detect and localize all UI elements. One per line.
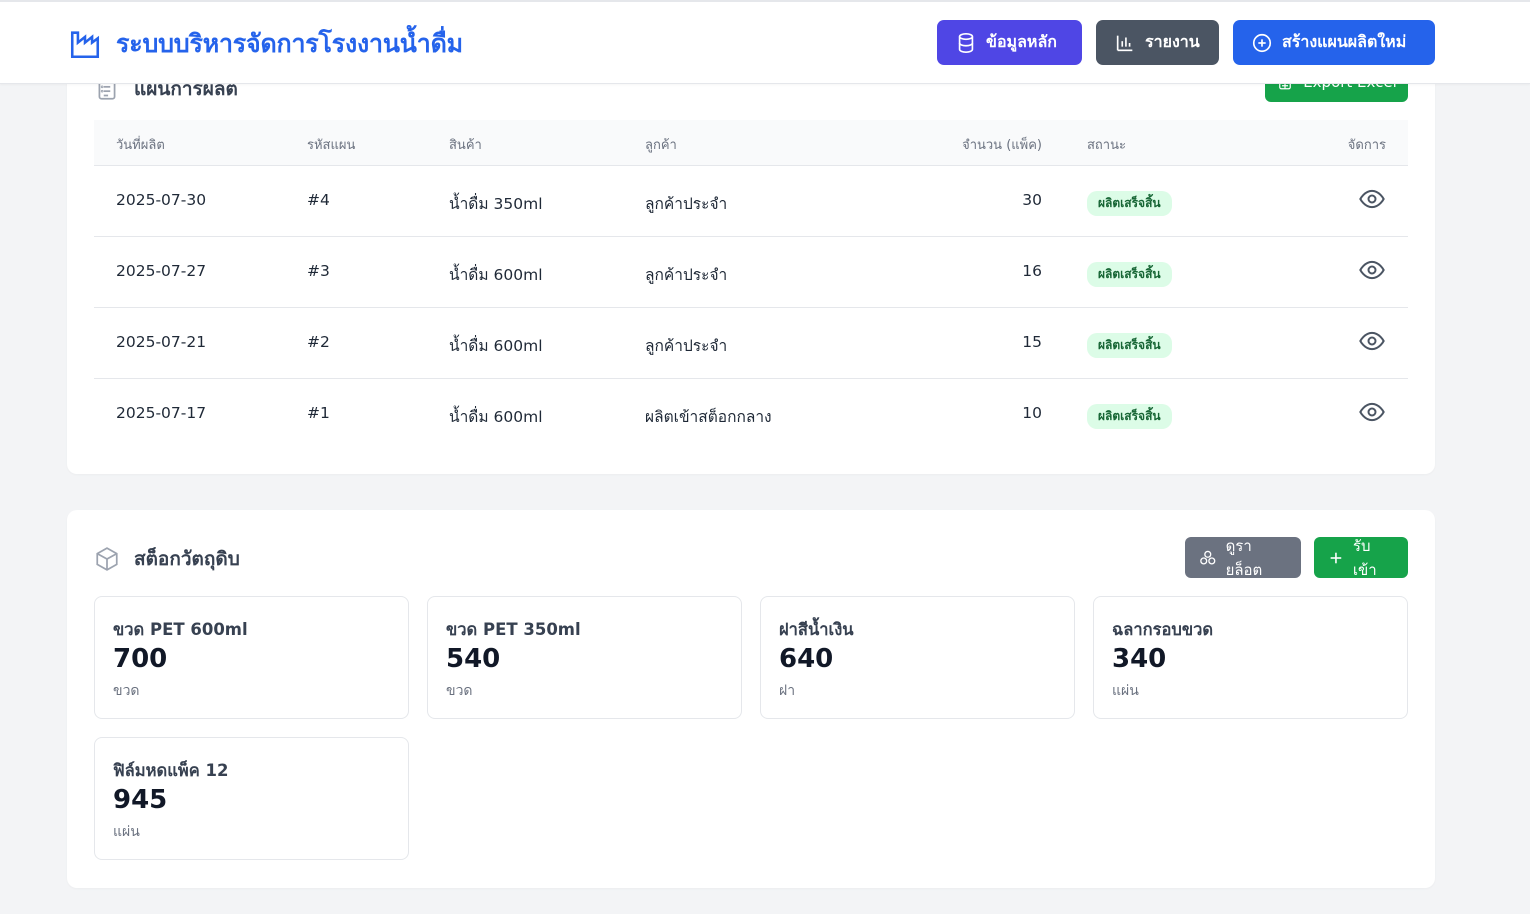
row-quantity: 15: [1022, 333, 1042, 351]
row-date: 2025-07-17: [116, 404, 207, 422]
eye-icon[interactable]: [1358, 185, 1386, 213]
stock-tile: ฟิล์มหดแพ็ค 12 945 แผ่น: [94, 737, 409, 860]
create-plan-label: สร้างแผนผลิตใหม่: [1282, 32, 1407, 51]
stock-item-qty: 340: [1112, 644, 1167, 674]
col-quantity[interactable]: จำนวน (แพ็ค): [962, 134, 1042, 155]
row-date: 2025-07-21: [116, 333, 207, 351]
stock-item-name: ขวด PET 350ml: [446, 620, 581, 639]
plus-icon: [1330, 552, 1342, 563]
row-date: 2025-07-30: [116, 191, 207, 209]
table-header: วันที่ผลิต รหัสแผน สินค้า ลูกค้า จำนวน (…: [94, 120, 1408, 166]
stock-item-name: ฝาสีน้ำเงิน: [779, 620, 854, 639]
view-lots-button[interactable]: ดูรายล็อต: [1185, 537, 1301, 579]
row-customer: ลูกค้าประจำ: [645, 266, 728, 284]
row-date: 2025-07-27: [116, 262, 207, 280]
table-row[interactable]: 2025-07-21 #2 น้ำดื่ม 600ml ลูกค้าประจำ …: [94, 308, 1408, 379]
row-customer: ลูกค้าประจำ: [645, 195, 728, 213]
master-data-button[interactable]: ข้อมูลหลัก: [937, 20, 1082, 65]
row-product: น้ำดื่ม 600ml: [449, 408, 543, 426]
stock-item-qty: 945: [113, 785, 168, 815]
status-badge: ผลิตเสร็จสิ้น: [1087, 191, 1172, 216]
stock-item-qty: 700: [113, 644, 168, 674]
cubes-icon: [1200, 550, 1216, 565]
stock-item-unit: ขวด: [446, 683, 473, 699]
eye-icon[interactable]: [1358, 256, 1386, 284]
database-icon: [958, 32, 974, 53]
row-plan-code: #4: [307, 191, 330, 209]
col-product[interactable]: สินค้า: [449, 134, 482, 155]
row-product: น้ำดื่ม 600ml: [449, 266, 543, 284]
view-lots-label: ดูรายล็อต: [1225, 536, 1263, 579]
stock-item-qty: 640: [779, 644, 834, 674]
col-actions: จัดการ: [1347, 138, 1386, 153]
col-status[interactable]: สถานะ: [1087, 134, 1126, 155]
production-plan-table: วันที่ผลิต รหัสแผน สินค้า ลูกค้า จำนวน (…: [94, 120, 1408, 450]
plus-circle-icon: [1252, 33, 1272, 52]
brand[interactable]: ระบบบริหารจัดการโรงงานน้ำดื่ม: [68, 24, 463, 64]
row-product: น้ำดื่ม 600ml: [449, 337, 543, 355]
col-plan-code[interactable]: รหัสแผน: [307, 134, 355, 155]
app-header: ระบบบริหารจัดการโรงงานน้ำดื่ม ข้อมูลหลัก…: [0, 2, 1530, 84]
status-badge: ผลิตเสร็จสิ้น: [1087, 262, 1172, 287]
stock-tile: ขวด PET 350ml 540 ขวด: [427, 596, 742, 719]
col-customer[interactable]: ลูกค้า: [645, 134, 677, 155]
stock-item-unit: แผ่น: [113, 824, 140, 840]
stock-title: สต็อกวัตถุดิบ: [134, 548, 240, 570]
stock-tile: ฉลากรอบขวด 340 แผ่น: [1093, 596, 1408, 719]
row-quantity: 30: [1022, 191, 1042, 209]
row-quantity: 10: [1022, 404, 1042, 422]
stock-item-unit: ขวด: [113, 683, 140, 699]
col-date[interactable]: วันที่ผลิต: [116, 134, 165, 155]
row-quantity: 16: [1022, 262, 1042, 280]
bar-chart-icon: [1116, 35, 1133, 51]
stock-item-qty: 540: [446, 644, 501, 674]
status-badge: ผลิตเสร็จสิ้น: [1087, 404, 1172, 429]
status-badge: ผลิตเสร็จสิ้น: [1087, 333, 1172, 358]
app-title: ระบบบริหารจัดการโรงงานน้ำดื่ม: [116, 29, 463, 58]
stock-item-unit: ฝา: [779, 683, 796, 699]
row-customer: ผลิตเข้าสต็อกกลาง: [645, 408, 772, 426]
eye-icon[interactable]: [1358, 398, 1386, 426]
master-data-label: ข้อมูลหลัก: [986, 32, 1057, 51]
table-row[interactable]: 2025-07-17 #1 น้ำดื่ม 600ml ผลิตเข้าสต็อ…: [94, 379, 1408, 450]
stock-item-name: ฉลากรอบขวด: [1112, 620, 1214, 639]
stock-item-unit: แผ่น: [1112, 683, 1139, 699]
row-plan-code: #1: [307, 404, 330, 422]
row-plan-code: #2: [307, 333, 330, 351]
stock-tile: ฝาสีน้ำเงิน 640 ฝา: [760, 596, 1075, 719]
eye-icon[interactable]: [1358, 327, 1386, 355]
stock-tile: ขวด PET 600ml 700 ขวด: [94, 596, 409, 719]
receive-button[interactable]: รับเข้า: [1314, 537, 1408, 579]
row-product: น้ำดื่ม 350ml: [449, 195, 543, 213]
row-customer: ลูกค้าประจำ: [645, 337, 728, 355]
create-plan-button[interactable]: สร้างแผนผลิตใหม่: [1233, 20, 1435, 65]
report-button[interactable]: รายงาน: [1096, 20, 1219, 65]
factory-icon: [68, 27, 102, 61]
header-actions: ข้อมูลหลัก รายงาน สร้างแผนผลิตใหม่: [937, 20, 1435, 65]
stock-item-name: ขวด PET 600ml: [113, 620, 248, 639]
stock-item-name: ฟิล์มหดแพ็ค 12: [113, 761, 229, 780]
table-row[interactable]: 2025-07-27 #3 น้ำดื่ม 600ml ลูกค้าประจำ …: [94, 237, 1408, 308]
box-icon: [96, 547, 118, 571]
stock-actions: ดูรายล็อต รับเข้า: [1185, 537, 1408, 579]
table-row[interactable]: 2025-07-30 #4 น้ำดื่ม 350ml ลูกค้าประจำ …: [94, 166, 1408, 237]
production-plan-card: แผนการผลิต Export Excel วันที่ผลิต รหัสแ…: [67, 40, 1435, 474]
raw-material-stock-card: สต็อกวัตถุดิบ ดูรายล็อต รับเข้า ขวด PET …: [67, 510, 1435, 888]
report-label: รายงาน: [1145, 32, 1200, 51]
receive-label: รับเข้า: [1352, 536, 1377, 579]
top-border: [0, 0, 1530, 2]
row-plan-code: #3: [307, 262, 330, 280]
stock-heading: สต็อกวัตถุดิบ: [94, 544, 240, 574]
